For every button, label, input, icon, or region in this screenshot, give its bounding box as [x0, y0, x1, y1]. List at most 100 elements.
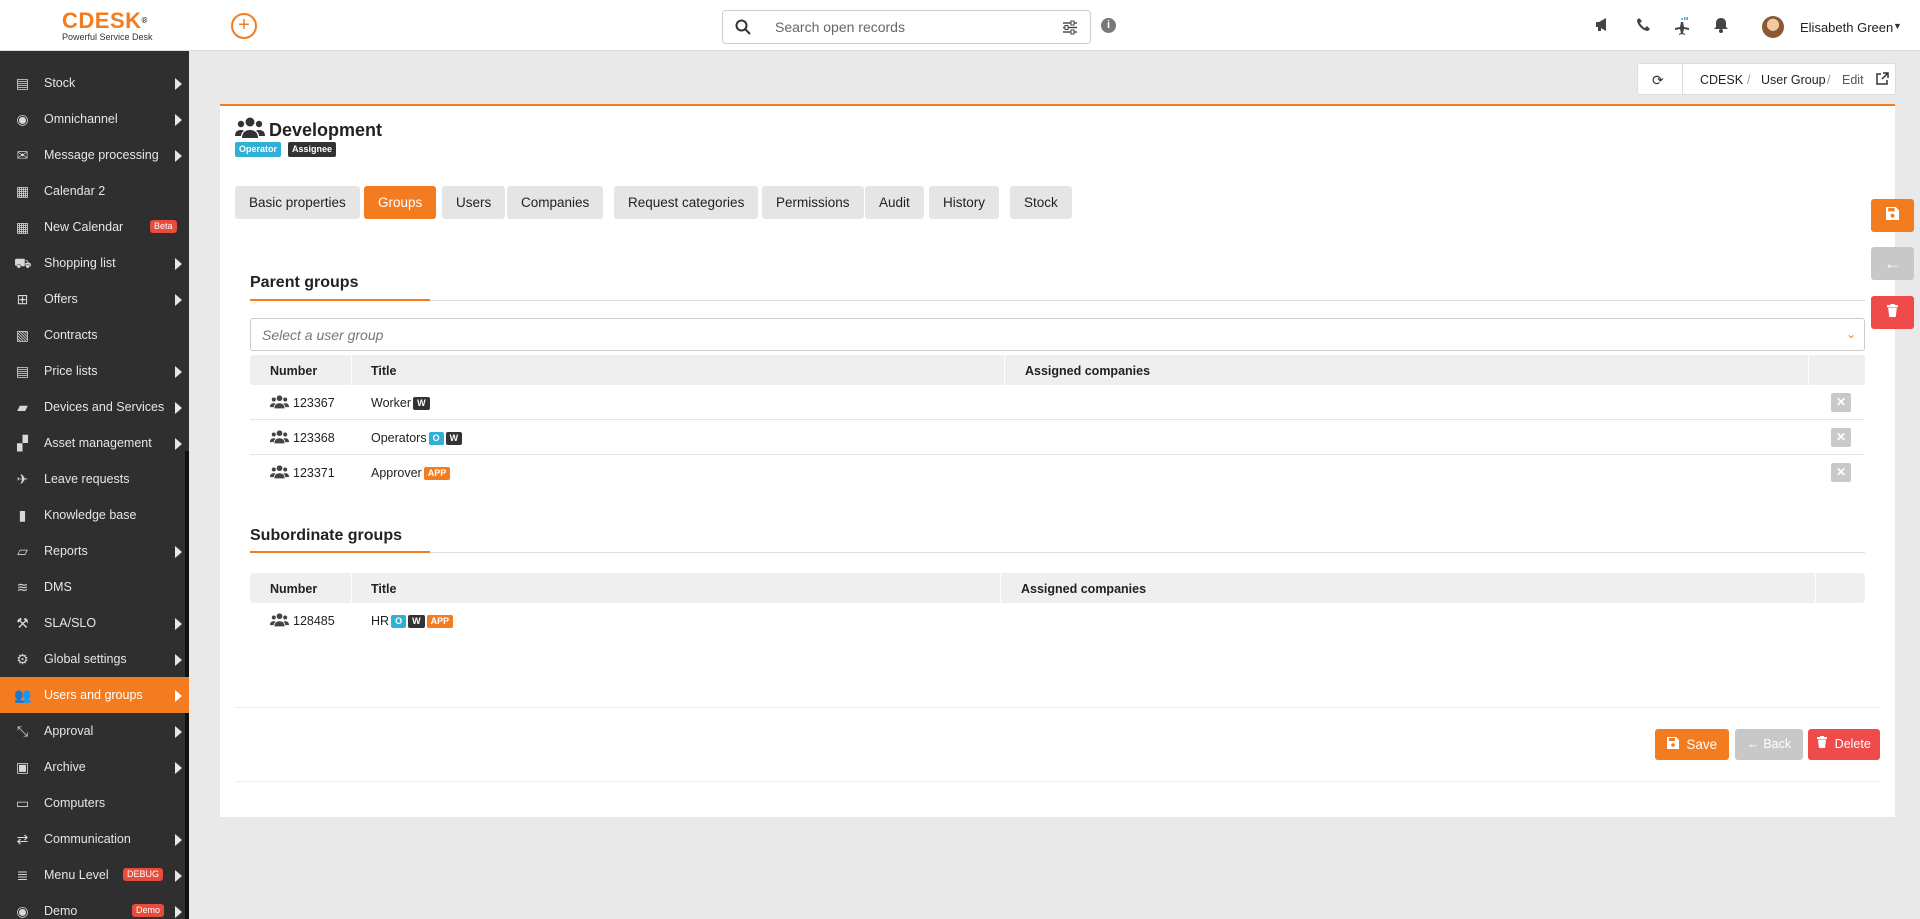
sidebar-item-archive[interactable]: ▣ Archive: [0, 749, 189, 785]
chevron-down-icon[interactable]: ⌄: [1846, 327, 1856, 341]
caret-right-icon[interactable]: [175, 654, 182, 666]
caret-right-icon[interactable]: [175, 834, 182, 846]
table-row[interactable]: 128485 HR O W APP: [250, 603, 1865, 638]
user-group-select[interactable]: Select a user group ⌄: [250, 318, 1865, 351]
column-number[interactable]: Number: [270, 364, 317, 378]
group-number[interactable]: 123367: [293, 396, 335, 410]
sidebar-item-calendar-2[interactable]: ▦ Calendar 2: [0, 173, 189, 209]
sidebar-item-devices-and-services[interactable]: ▰ Devices and Services: [0, 389, 189, 425]
caret-right-icon[interactable]: [175, 618, 182, 630]
tab-stock[interactable]: Stock: [1010, 186, 1072, 219]
delete-button[interactable]: Delete: [1808, 729, 1880, 760]
sidebar-item-computers[interactable]: ▭ Computers: [0, 785, 189, 821]
group-title[interactable]: Approver: [371, 466, 422, 480]
sidebar-item-knowledge-base[interactable]: ▮ Knowledge base: [0, 497, 189, 533]
group-title[interactable]: Worker: [371, 396, 411, 410]
sidebar-item-price-lists[interactable]: ▤ Price lists: [0, 353, 189, 389]
sidebar-item-communication[interactable]: ⇄ Communication: [0, 821, 189, 857]
column-assigned-companies[interactable]: Assigned companies: [1025, 364, 1150, 378]
tab-groups[interactable]: Groups: [364, 186, 437, 219]
column-assigned-companies[interactable]: Assigned companies: [1021, 582, 1146, 596]
sidebar-item-stock[interactable]: ▤ Stock: [0, 65, 189, 101]
sidebar-item-reports[interactable]: ▱ Reports: [0, 533, 189, 569]
caret-right-icon[interactable]: [175, 438, 182, 450]
airplane-icon[interactable]: [1672, 16, 1690, 35]
floating-save-button[interactable]: [1871, 199, 1914, 232]
chat-icon: ◉: [16, 111, 29, 127]
sidebar-item-message-processing[interactable]: ✉ Message processing: [0, 137, 189, 173]
group-number[interactable]: 123371: [293, 466, 335, 480]
megaphone-icon[interactable]: [1594, 17, 1612, 35]
sidebar-item-omnichannel[interactable]: ◉ Omnichannel: [0, 101, 189, 137]
caret-right-icon[interactable]: [175, 258, 182, 270]
group-title[interactable]: Operators: [371, 431, 427, 445]
bell-icon[interactable]: [1712, 17, 1730, 35]
caret-right-icon[interactable]: [175, 690, 182, 702]
caret-right-icon[interactable]: [175, 762, 182, 774]
sidebar-item-shopping-list[interactable]: ⛟ Shopping list: [0, 245, 189, 281]
group-number[interactable]: 123368: [293, 431, 335, 445]
search-input[interactable]: [775, 19, 1045, 35]
tab-history[interactable]: History: [929, 186, 1000, 219]
add-record-button[interactable]: +: [231, 13, 257, 39]
sidebar-item-offers[interactable]: ⊞ Offers: [0, 281, 189, 317]
sidebar-partial-item[interactable]: [0, 51, 189, 57]
sidebar-item-sla-slo[interactable]: ⚒ SLA/SLO: [0, 605, 189, 641]
sidebar-item-users-and-groups[interactable]: 👥 Users and groups: [0, 677, 189, 713]
sidebar-item-dms[interactable]: ≋ DMS: [0, 569, 189, 605]
sidebar-item-global-settings[interactable]: ⚙ Global settings: [0, 641, 189, 677]
table-row[interactable]: 123368 Operators O W ✕: [250, 420, 1865, 455]
caret-right-icon[interactable]: [175, 546, 182, 558]
column-title[interactable]: Title: [371, 364, 396, 378]
caret-right-icon[interactable]: [175, 294, 182, 306]
filter-sliders-icon[interactable]: [1062, 20, 1078, 35]
external-link-icon[interactable]: [1876, 72, 1889, 88]
breadcrumb-cdesk[interactable]: CDESK: [1700, 73, 1743, 87]
caret-right-icon[interactable]: [175, 402, 182, 414]
column-number[interactable]: Number: [270, 582, 317, 596]
caret-right-icon[interactable]: [175, 78, 182, 90]
sidebar-item-asset-management[interactable]: ▞ Asset management: [0, 425, 189, 461]
remove-group-button[interactable]: ✕: [1831, 393, 1851, 412]
caret-right-icon[interactable]: [175, 150, 182, 162]
table-row[interactable]: 123367 Worker W ✕: [250, 385, 1865, 420]
caret-right-icon[interactable]: [175, 114, 182, 126]
user-name[interactable]: Elisabeth Green: [1800, 20, 1893, 35]
tab-companies[interactable]: Companies: [507, 186, 604, 219]
caret-right-icon[interactable]: [175, 726, 182, 738]
avatar[interactable]: [1762, 16, 1784, 38]
floating-delete-button[interactable]: [1871, 296, 1914, 329]
breadcrumb-user-group[interactable]: User Group: [1761, 73, 1826, 87]
tab-audit[interactable]: Audit: [865, 186, 924, 219]
remove-group-button[interactable]: ✕: [1831, 428, 1851, 447]
caret-right-icon[interactable]: [175, 366, 182, 378]
back-button[interactable]: ← Back: [1735, 729, 1803, 760]
tab-request-categories[interactable]: Request categories: [614, 186, 759, 219]
group-number[interactable]: 128485: [293, 614, 335, 628]
sidebar-item-menu-level[interactable]: ≣ Menu Level DEBUG: [0, 857, 189, 893]
sidebar-item-approval[interactable]: ⤡ Approval: [0, 713, 189, 749]
caret-right-icon[interactable]: [175, 870, 182, 882]
chevron-down-icon[interactable]: ▼: [1893, 21, 1902, 31]
column-title[interactable]: Title: [371, 582, 396, 596]
sidebar-item-contracts[interactable]: ▧ Contracts: [0, 317, 189, 353]
tab-basic-properties[interactable]: Basic properties: [235, 186, 360, 219]
group-title[interactable]: HR: [371, 614, 389, 628]
info-icon[interactable]: i: [1101, 18, 1116, 33]
remove-group-button[interactable]: ✕: [1831, 463, 1851, 482]
refresh-icon[interactable]: ⟳: [1652, 72, 1664, 89]
calendar-icon: ▦: [15, 219, 30, 235]
caret-right-icon[interactable]: [175, 906, 182, 918]
group-tag: O: [428, 432, 444, 445]
record-panel: Development Operator Assignee Basic prop…: [220, 104, 1895, 817]
sidebar-item-new-calendar[interactable]: ▦ New Calendar Beta: [0, 209, 189, 245]
table-row[interactable]: 123371 Approver APP ✕: [250, 455, 1865, 490]
sidebar-item-leave-requests[interactable]: ✈ Leave requests: [0, 461, 189, 497]
tab-permissions[interactable]: Permissions: [762, 186, 864, 219]
cdesk-logo[interactable]: CDESK® Powerful Service Desk: [62, 10, 153, 43]
sidebar-item-demo[interactable]: ◉ Demo Demo: [0, 893, 189, 919]
save-button[interactable]: Save: [1655, 729, 1729, 760]
tab-users[interactable]: Users: [442, 186, 506, 219]
phone-icon[interactable]: [1634, 17, 1652, 35]
floating-back-button[interactable]: ←: [1871, 247, 1914, 280]
